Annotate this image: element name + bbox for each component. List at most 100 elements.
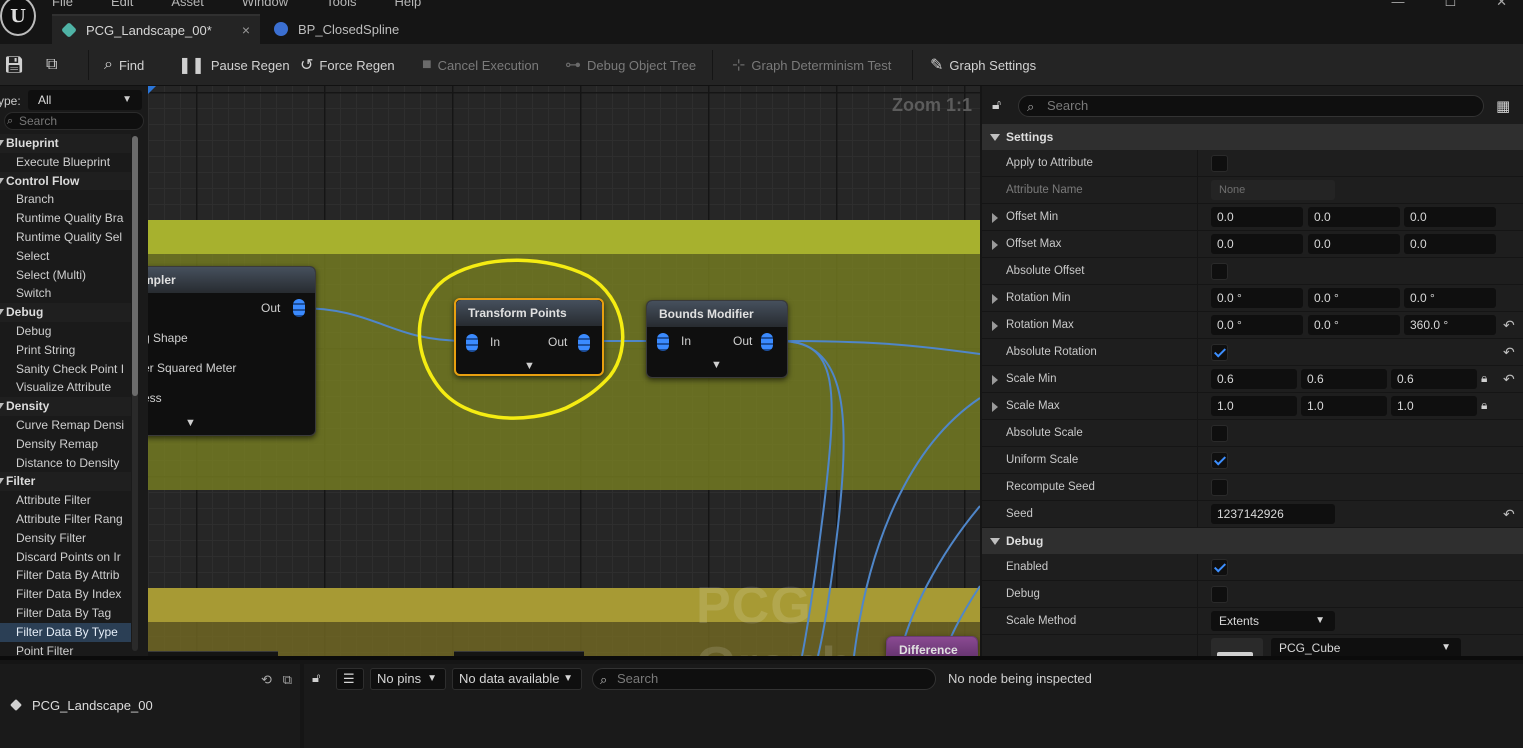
palette-scrollbar-thumb[interactable] xyxy=(132,136,138,396)
cancel-execution-button[interactable]: ■ Cancel Execution xyxy=(422,55,539,75)
browse-button[interactable]: ⧉ xyxy=(46,55,63,75)
mesh-thumbnail[interactable] xyxy=(1211,638,1263,656)
palette-search-input[interactable]: ⌕ Search xyxy=(4,112,144,130)
menu-edit[interactable]: Edit xyxy=(111,0,133,9)
node-surface-sampler[interactable]: mpler Out g Shape er Squared Meter ess ▼ xyxy=(148,266,316,436)
reset-to-default-icon[interactable]: ↶ xyxy=(1503,371,1515,388)
rotation-min-z-field[interactable]: 0.0 ° xyxy=(1404,288,1496,308)
wire-bounds-out-3[interactable] xyxy=(779,340,845,656)
absolute-rotation-checkbox[interactable] xyxy=(1211,344,1228,361)
scale-method-dropdown[interactable]: Extents ▼ xyxy=(1211,611,1335,631)
palette-category[interactable]: Control Flow xyxy=(0,171,131,191)
minimize-icon[interactable]: — xyxy=(1391,0,1404,10)
save-button[interactable]: 💾︎ xyxy=(4,55,30,75)
palette-category[interactable]: Filter xyxy=(0,472,131,492)
rotation-min-x-field[interactable]: 0.0 ° xyxy=(1211,288,1303,308)
close-tab-icon[interactable]: × xyxy=(242,22,250,38)
enabled-checkbox[interactable] xyxy=(1211,559,1228,576)
menu-tools[interactable]: Tools xyxy=(326,0,356,9)
palette-category[interactable]: Blueprint xyxy=(0,134,131,153)
node-bounds-modifier[interactable]: Bounds Modifier In Out ▼ xyxy=(646,300,788,378)
property-matrix-icon[interactable]: ▦ xyxy=(1496,97,1510,115)
palette-item[interactable]: Attribute Filter xyxy=(0,491,131,510)
rotation-max-y-field[interactable]: 0.0 ° xyxy=(1308,315,1400,335)
palette-item[interactable]: Filter Data By Tag xyxy=(0,604,131,623)
expand-arrow-icon[interactable] xyxy=(992,240,998,250)
expand-node-chevron-icon[interactable]: ▼ xyxy=(524,360,535,372)
details-search-input[interactable]: ⌕ Search xyxy=(1018,95,1484,117)
menu-asset[interactable]: Asset xyxy=(171,0,204,9)
palette-item[interactable]: Attribute Filter Rang xyxy=(0,510,131,529)
scale-min-y-field[interactable]: 0.6 xyxy=(1301,369,1387,389)
wire-bounds-out-2[interactable] xyxy=(779,340,833,656)
wire-right-2[interactable] xyxy=(899,505,980,656)
palette-item[interactable]: Runtime Quality Sel xyxy=(0,228,131,247)
node-transform-points[interactable]: Transform Points In Out ▼ xyxy=(454,298,604,376)
reset-to-default-icon[interactable]: ↶ xyxy=(1503,344,1515,361)
absolute-scale-checkbox[interactable] xyxy=(1211,425,1228,442)
rotation-max-x-field[interactable]: 0.0 ° xyxy=(1211,315,1303,335)
palette-item[interactable]: Select xyxy=(0,247,131,266)
palette-item[interactable]: Execute Blueprint xyxy=(0,153,131,172)
expand-arrow-icon[interactable] xyxy=(992,294,998,304)
scale-max-x-field[interactable]: 1.0 xyxy=(1211,396,1297,416)
close-window-icon[interactable]: ✕ xyxy=(1496,0,1507,10)
palette-category[interactable]: Density xyxy=(0,397,131,416)
offset-max-x-field[interactable]: 0.0 xyxy=(1211,234,1303,254)
palette-item[interactable]: Print String xyxy=(0,341,131,360)
pin-in[interactable] xyxy=(657,333,669,351)
type-filter-dropdown[interactable]: All ▼ xyxy=(28,90,142,110)
palette-item[interactable]: Select (Multi) xyxy=(0,266,131,285)
attribute-name-field[interactable]: None xyxy=(1211,180,1335,200)
uniform-lock-icon[interactable]: 🔒︎ xyxy=(1481,371,1487,386)
scale-max-y-field[interactable]: 1.0 xyxy=(1301,396,1387,416)
palette-item[interactable]: Density Remap xyxy=(0,435,131,454)
palette-item[interactable]: Filter Data By Type xyxy=(0,622,131,642)
graph-canvas[interactable]: PCG Graph Zoom 1:1 mpler Out g Shape er … xyxy=(148,86,980,656)
palette-item[interactable]: Runtime Quality Bra xyxy=(0,209,131,228)
rotation-max-z-field[interactable]: 360.0 ° xyxy=(1404,315,1496,335)
palette-category[interactable]: Debug xyxy=(0,303,131,322)
debug-mesh-dropdown[interactable]: PCG_Cube ▼ xyxy=(1271,638,1461,656)
palette-item[interactable]: Discard Points on Ir xyxy=(0,548,131,567)
menu-help[interactable]: Help xyxy=(394,0,421,9)
reset-to-default-icon[interactable]: ↶ xyxy=(1503,506,1515,523)
force-regen-button[interactable]: ↺ Force Regen xyxy=(300,55,395,75)
node-difference[interactable]: Difference xyxy=(886,636,978,656)
graph-determinism-test-button[interactable]: ⊹ Graph Determinism Test xyxy=(732,55,891,75)
filter-button[interactable]: ☰ xyxy=(336,668,364,690)
recompute-seed-checkbox[interactable] xyxy=(1211,479,1228,496)
expand-node-chevron-icon[interactable]: ▼ xyxy=(711,359,722,371)
unreal-logo-icon[interactable]: U xyxy=(0,0,36,36)
expand-arrow-icon[interactable] xyxy=(992,402,998,412)
pin-out[interactable] xyxy=(293,299,305,317)
debug-checkbox[interactable] xyxy=(1211,586,1228,603)
debug-object-tree-button[interactable]: ⊶ Debug Object Tree xyxy=(565,55,696,75)
scale-min-z-field[interactable]: 0.6 xyxy=(1391,369,1477,389)
palette-item[interactable]: Debug xyxy=(0,322,131,341)
apply-to-attribute-checkbox[interactable] xyxy=(1211,155,1228,172)
lock-icon[interactable]: 🔓︎ xyxy=(312,670,320,686)
find-button[interactable]: ⌕ Find xyxy=(104,55,144,75)
tab-pcg-landscape[interactable]: PCG_Landscape_00* × xyxy=(52,14,260,44)
seed-field[interactable]: 1237142926 xyxy=(1211,504,1335,524)
palette-item[interactable]: Sanity Check Point I xyxy=(0,360,131,379)
browse-icon[interactable]: ⧉ xyxy=(283,672,292,687)
uniform-lock-icon[interactable]: 🔒︎ xyxy=(1481,398,1487,413)
section-settings[interactable]: Settings xyxy=(982,124,1523,150)
palette-item[interactable]: Filter Data By Index xyxy=(0,585,131,604)
palette-item[interactable]: Point Filter xyxy=(0,642,131,656)
rotation-min-y-field[interactable]: 0.0 ° xyxy=(1308,288,1400,308)
refresh-icon[interactable]: ⟲ xyxy=(261,672,272,687)
pin-in[interactable] xyxy=(466,334,478,352)
inspector-search-input[interactable]: ⌕ Search xyxy=(592,668,936,690)
menu-file[interactable]: File xyxy=(52,0,73,9)
palette-item[interactable]: Visualize Attribute xyxy=(0,378,131,397)
maximize-icon[interactable]: ☐ xyxy=(1444,0,1456,10)
scale-min-x-field[interactable]: 0.6 xyxy=(1211,369,1297,389)
palette-scrollbar[interactable] xyxy=(132,136,138,651)
offset-max-y-field[interactable]: 0.0 xyxy=(1308,234,1400,254)
palette-item[interactable]: Curve Remap Densi xyxy=(0,416,131,435)
absolute-offset-checkbox[interactable] xyxy=(1211,263,1228,280)
pin-out[interactable] xyxy=(761,333,773,351)
